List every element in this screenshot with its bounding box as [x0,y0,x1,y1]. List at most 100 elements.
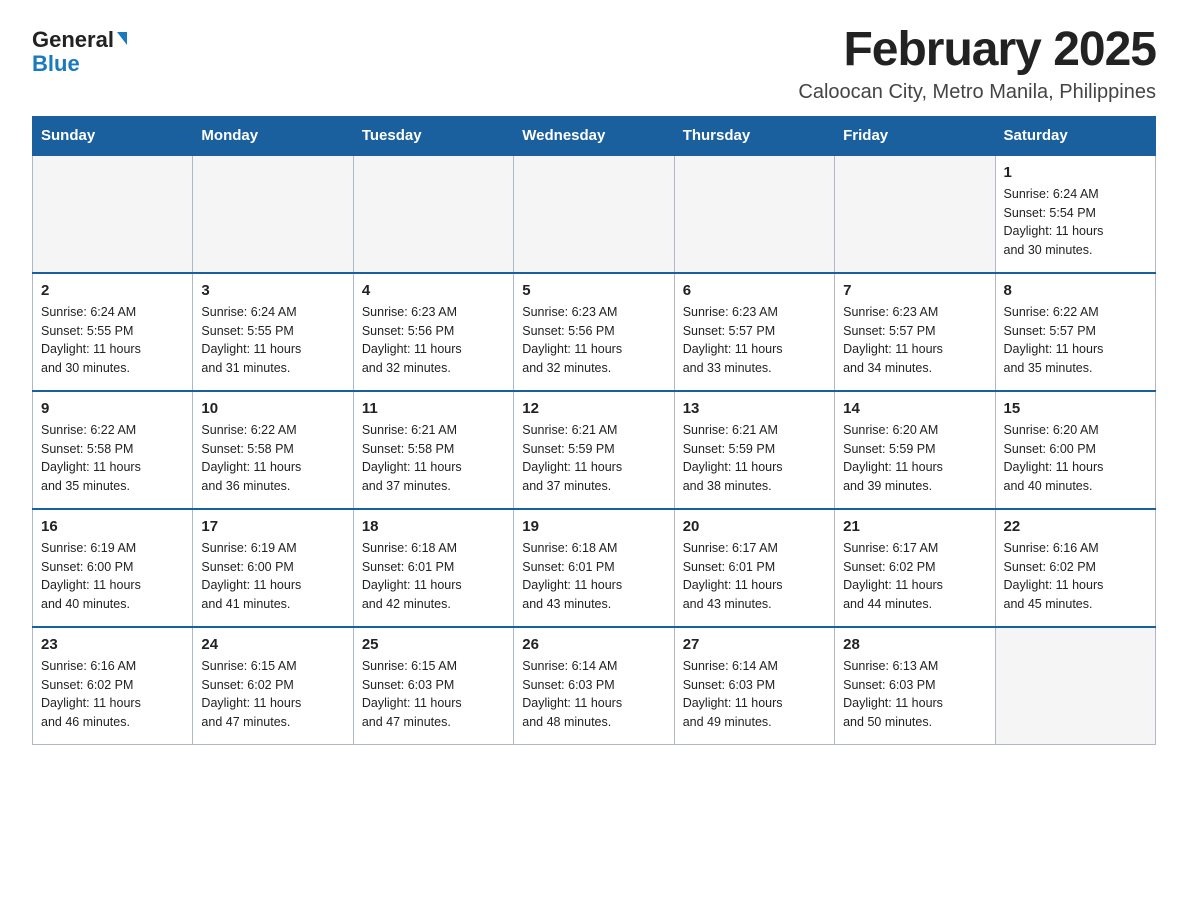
day-number: 17 [201,518,344,535]
logo-arrow-icon [117,32,127,45]
calendar-day-cell: 6 Sunrise: 6:23 AMSunset: 5:57 PMDaylight… [674,273,834,391]
calendar-day-cell: 3Sunrise: 6:24 AMSunset: 5:55 PMDaylight… [193,273,353,391]
calendar-week-row: 1Sunrise: 6:24 AMSunset: 5:54 PMDaylight… [33,155,1156,273]
day-info: Sunrise: 6:20 AMSunset: 5:59 PMDaylight:… [843,421,986,496]
day-info: Sunrise: 6:14 AMSunset: 6:03 PMDaylight:… [683,657,826,732]
day-number: 2 [41,282,184,299]
day-info: Sunrise: 6:21 AMSunset: 5:59 PMDaylight:… [683,421,826,496]
calendar-day-cell: 10 Sunrise: 6:22 AMSunset: 5:58 PMDayligh… [193,391,353,509]
day-info: Sunrise: 6:20 AMSunset: 6:00 PMDaylight:… [1004,421,1147,496]
calendar-day-cell: 7 Sunrise: 6:23 AMSunset: 5:57 PMDaylight… [835,273,995,391]
day-info: Sunrise: 6:15 AMSunset: 6:03 PMDaylight:… [362,657,505,732]
calendar-day-cell: 24Sunrise: 6:15 AMSunset: 6:02 PMDayligh… [193,627,353,745]
day-number: 25 [362,636,505,653]
calendar-day-cell: 14 Sunrise: 6:20 AMSunset: 5:59 PMDayligh… [835,391,995,509]
day-number: 3 [201,282,344,299]
logo-blue-text: Blue [32,52,80,76]
calendar-day-cell: 2Sunrise: 6:24 AMSunset: 5:55 PMDaylight… [33,273,193,391]
day-of-week-header: Sunday [33,116,193,155]
day-number: 21 [843,518,986,535]
calendar-week-row: 2Sunrise: 6:24 AMSunset: 5:55 PMDaylight… [33,273,1156,391]
calendar-day-cell: 1Sunrise: 6:24 AMSunset: 5:54 PMDaylight… [995,155,1155,273]
day-number: 6 [683,282,826,299]
day-number: 5 [522,282,665,299]
day-of-week-header: Saturday [995,116,1155,155]
day-number: 9 [41,400,184,417]
day-number: 20 [683,518,826,535]
day-number: 28 [843,636,986,653]
day-number: 27 [683,636,826,653]
calendar-day-cell: 21 Sunrise: 6:17 AMSunset: 6:02 PMDayligh… [835,509,995,627]
calendar-day-cell: 23 Sunrise: 6:16 AMSunset: 6:02 PMDayligh… [33,627,193,745]
day-number: 11 [362,400,505,417]
calendar-day-cell: 5 Sunrise: 6:23 AMSunset: 5:56 PMDaylight… [514,273,674,391]
day-info: Sunrise: 6:22 AMSunset: 5:57 PMDaylight:… [1004,303,1147,378]
calendar-table: SundayMondayTuesdayWednesdayThursdayFrid… [32,116,1156,745]
logo: General Blue [32,28,127,76]
calendar-day-cell [33,155,193,273]
day-info: Sunrise: 6:22 AMSunset: 5:58 PMDaylight:… [201,421,344,496]
day-number: 14 [843,400,986,417]
day-of-week-header: Thursday [674,116,834,155]
calendar-day-cell: 4 Sunrise: 6:23 AMSunset: 5:56 PMDaylight… [353,273,513,391]
calendar-day-cell: 9 Sunrise: 6:22 AMSunset: 5:58 PMDaylight… [33,391,193,509]
day-info: Sunrise: 6:21 AMSunset: 5:58 PMDaylight:… [362,421,505,496]
logo-general-text: General [32,28,114,52]
calendar-day-cell: 8 Sunrise: 6:22 AMSunset: 5:57 PMDaylight… [995,273,1155,391]
calendar-day-cell [674,155,834,273]
page-subtitle: Caloocan City, Metro Manila, Philippines [798,81,1156,104]
day-info: Sunrise: 6:19 AMSunset: 6:00 PMDaylight:… [41,539,184,614]
day-of-week-header: Monday [193,116,353,155]
day-info: Sunrise: 6:21 AMSunset: 5:59 PMDaylight:… [522,421,665,496]
day-number: 10 [201,400,344,417]
day-info: Sunrise: 6:23 AMSunset: 5:57 PMDaylight:… [683,303,826,378]
calendar-day-cell: 16 Sunrise: 6:19 AMSunset: 6:00 PMDayligh… [33,509,193,627]
day-info: Sunrise: 6:18 AMSunset: 6:01 PMDaylight:… [522,539,665,614]
calendar-day-cell: 13 Sunrise: 6:21 AMSunset: 5:59 PMDayligh… [674,391,834,509]
page-title: February 2025 [798,24,1156,77]
day-number: 7 [843,282,986,299]
calendar-day-cell: 26Sunrise: 6:14 AMSunset: 6:03 PMDayligh… [514,627,674,745]
day-number: 23 [41,636,184,653]
header: General Blue February 2025 Caloocan City… [32,24,1156,104]
calendar-day-cell [835,155,995,273]
day-info: Sunrise: 6:23 AMSunset: 5:56 PMDaylight:… [522,303,665,378]
day-number: 16 [41,518,184,535]
day-info: Sunrise: 6:15 AMSunset: 6:02 PMDaylight:… [201,657,344,732]
calendar-day-cell: 25 Sunrise: 6:15 AMSunset: 6:03 PMDayligh… [353,627,513,745]
day-info: Sunrise: 6:22 AMSunset: 5:58 PMDaylight:… [41,421,184,496]
calendar-day-cell: 22Sunrise: 6:16 AMSunset: 6:02 PMDayligh… [995,509,1155,627]
day-number: 12 [522,400,665,417]
day-info: Sunrise: 6:18 AMSunset: 6:01 PMDaylight:… [362,539,505,614]
day-info: Sunrise: 6:16 AMSunset: 6:02 PMDaylight:… [41,657,184,732]
day-of-week-header: Wednesday [514,116,674,155]
day-info: Sunrise: 6:19 AMSunset: 6:00 PMDaylight:… [201,539,344,614]
calendar-day-cell: 19Sunrise: 6:18 AMSunset: 6:01 PMDayligh… [514,509,674,627]
calendar-week-row: 16 Sunrise: 6:19 AMSunset: 6:00 PMDayligh… [33,509,1156,627]
calendar-day-cell [995,627,1155,745]
day-number: 26 [522,636,665,653]
calendar-day-cell: 12 Sunrise: 6:21 AMSunset: 5:59 PMDayligh… [514,391,674,509]
calendar-day-cell [193,155,353,273]
day-number: 4 [362,282,505,299]
day-info: Sunrise: 6:17 AMSunset: 6:01 PMDaylight:… [683,539,826,614]
day-info: Sunrise: 6:16 AMSunset: 6:02 PMDaylight:… [1004,539,1147,614]
calendar-day-cell: 27 Sunrise: 6:14 AMSunset: 6:03 PMDayligh… [674,627,834,745]
day-number: 8 [1004,282,1147,299]
day-info: Sunrise: 6:17 AMSunset: 6:02 PMDaylight:… [843,539,986,614]
day-of-week-header: Friday [835,116,995,155]
calendar-week-row: 23 Sunrise: 6:16 AMSunset: 6:02 PMDayligh… [33,627,1156,745]
day-info: Sunrise: 6:23 AMSunset: 5:56 PMDaylight:… [362,303,505,378]
calendar-day-cell: 11 Sunrise: 6:21 AMSunset: 5:58 PMDayligh… [353,391,513,509]
title-block: February 2025 Caloocan City, Metro Manil… [798,24,1156,104]
day-info: Sunrise: 6:13 AMSunset: 6:03 PMDaylight:… [843,657,986,732]
calendar-day-cell [353,155,513,273]
calendar-day-cell: 15Sunrise: 6:20 AMSunset: 6:00 PMDayligh… [995,391,1155,509]
calendar-day-cell: 28 Sunrise: 6:13 AMSunset: 6:03 PMDayligh… [835,627,995,745]
day-of-week-header: Tuesday [353,116,513,155]
calendar-day-cell [514,155,674,273]
calendar-header-row: SundayMondayTuesdayWednesdayThursdayFrid… [33,116,1156,155]
day-info: Sunrise: 6:23 AMSunset: 5:57 PMDaylight:… [843,303,986,378]
day-number: 1 [1004,164,1147,181]
day-number: 13 [683,400,826,417]
